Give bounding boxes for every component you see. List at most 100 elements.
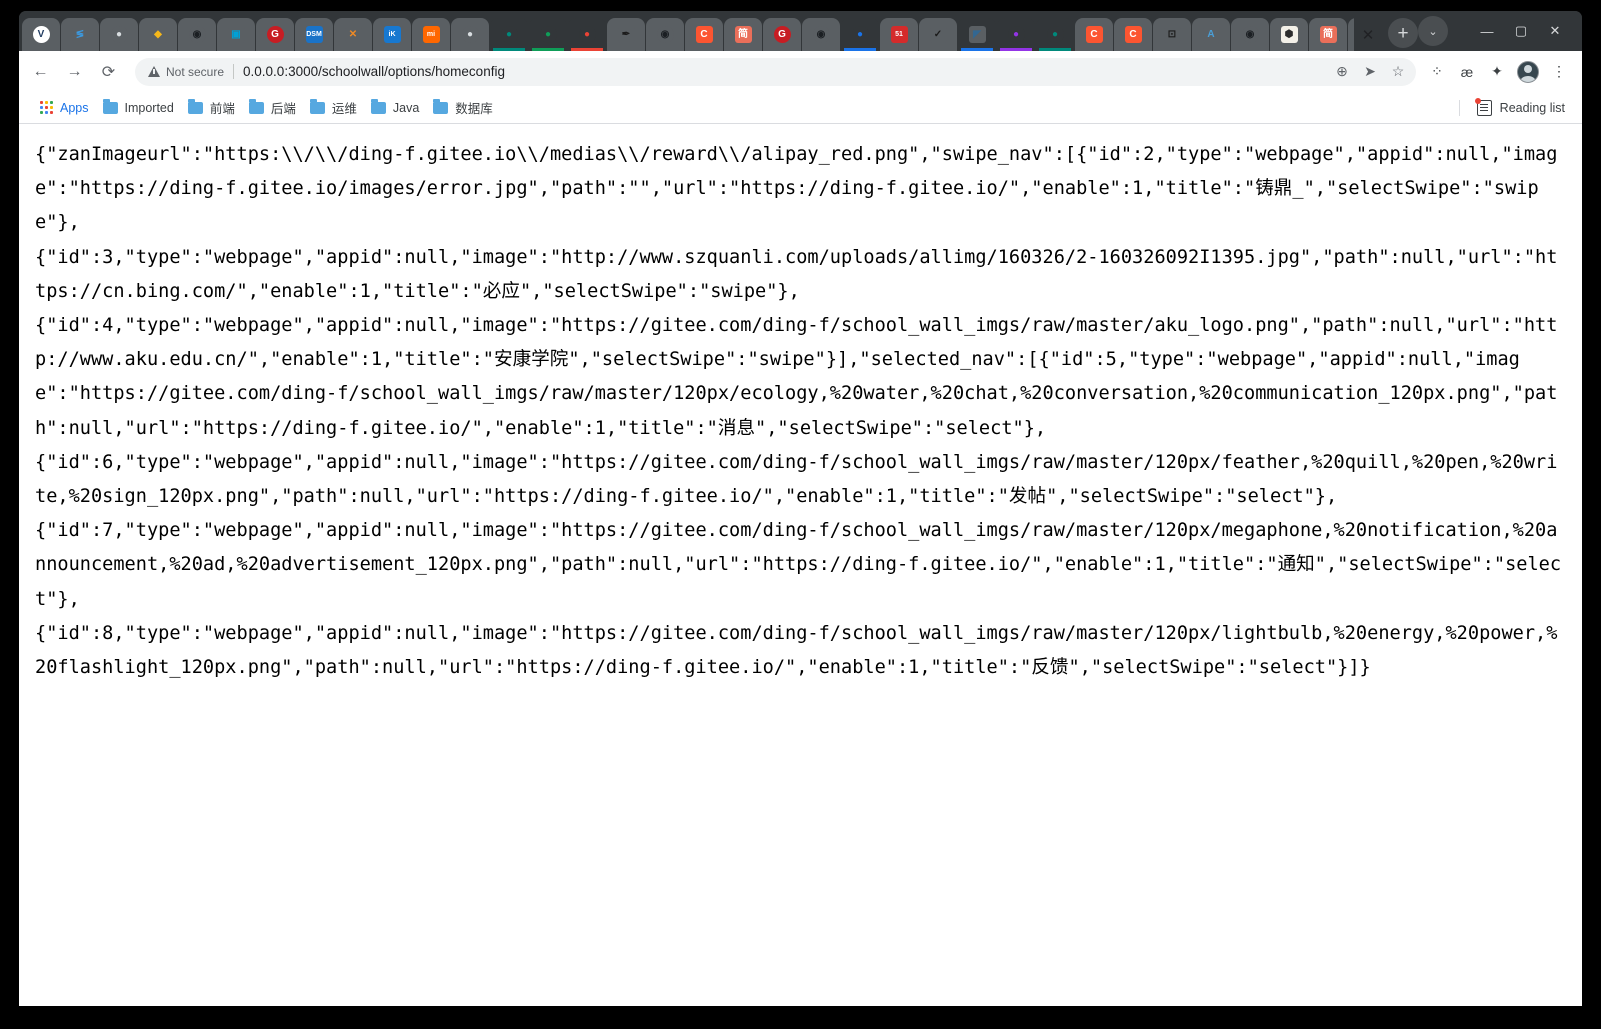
tab-bilibili-2[interactable]: ▣ (217, 18, 255, 51)
tab-bilibili-1[interactable]: ≶ (61, 18, 99, 51)
bookmark-label: 运维 (331, 102, 357, 116)
tab-avatar-1[interactable]: ● (100, 18, 138, 51)
json-response-body: {"zanImageurl":"https:\\/\\/ding-f.gitee… (35, 144, 1562, 679)
tab-51cto[interactable]: 51 (880, 18, 918, 51)
tab-gitee-2[interactable]: G (763, 18, 801, 51)
tab-dsm[interactable]: DSM (295, 18, 333, 51)
bookmark-folder-database[interactable]: 数据库 (426, 96, 500, 120)
tab-loading-purple-favicon-icon: ● (1007, 26, 1025, 43)
tab-csdn-1[interactable]: C (685, 18, 723, 51)
new-tab-button[interactable]: + (1388, 18, 1418, 48)
tab-ant[interactable]: A (1192, 18, 1230, 51)
tab-gitee-1[interactable]: G (256, 18, 294, 51)
address-bar[interactable]: Not secure 0.0.0.0:3000/schoolwall/optio… (135, 57, 1416, 86)
tab-jianshu-1[interactable]: 简 (724, 18, 762, 51)
tab-bilibili-1-favicon-icon: ≶ (71, 26, 89, 43)
bookmark-folder-backend[interactable]: 后端 (242, 96, 303, 120)
bookmark-star-icon[interactable]: ☆ (1384, 59, 1412, 85)
tab-xiaomi[interactable]: mi (412, 18, 450, 51)
bookmark-label: Imported (124, 100, 174, 115)
bookmarks-bar-right: Reading list (1458, 96, 1572, 120)
browser-window: V ≶ ● ◆ ◉ ▣ G DSM ✕ iK mi ● ● ● ● ✒ ◉ C 简 G ◉ ● 51 ✓ ◤ ● ● C C ⊡ A ◉ ⬢ 简 ☁… (19, 11, 1582, 1006)
tab-xiaomi-favicon-icon: mi (422, 26, 440, 43)
zoom-icon[interactable]: ⊕ (1328, 59, 1356, 85)
bookmark-label: 后端 (270, 102, 296, 116)
folder-icon (370, 98, 386, 114)
tab-loading-green-favicon-icon: ● (539, 26, 557, 43)
maximize-button[interactable]: ▢ (1504, 11, 1538, 51)
close-window-button[interactable]: ✕ (1538, 11, 1572, 51)
tab-box[interactable]: ⊡ (1153, 18, 1191, 51)
tab-gitee-1-favicon-icon: G (266, 26, 284, 43)
tab-jianshu-2[interactable]: 简 (1309, 18, 1347, 51)
tab-github-1[interactable]: ◉ (178, 18, 216, 51)
bookmark-folder-frontend[interactable]: 前端 (181, 96, 242, 120)
tab-github-3-favicon-icon: ◉ (812, 26, 830, 43)
split-view-icon[interactable]: ⁘ (1422, 56, 1452, 87)
ae-extension-icon[interactable]: æ (1452, 56, 1482, 87)
folder-icon (102, 98, 118, 114)
tab-search-chevron-down-icon[interactable]: ⌄ (1418, 16, 1448, 46)
bookmark-apps[interactable]: Apps (33, 96, 96, 120)
tab-loading-teal[interactable]: ● (490, 18, 528, 51)
send-to-device-icon[interactable]: ➤ (1356, 59, 1384, 85)
tab-csdn-2[interactable]: C (1075, 18, 1113, 51)
tab-loading-green[interactable]: ● (529, 18, 567, 51)
folder-icon (187, 98, 203, 114)
tab-juejin[interactable]: ◆ (139, 18, 177, 51)
tab-loading-red[interactable]: ● (568, 18, 606, 51)
profile-avatar[interactable] (1517, 60, 1539, 83)
tab-avatar-2-favicon-icon: ● (461, 26, 479, 43)
reading-list-button[interactable]: Reading list (1470, 96, 1572, 120)
tab-loading-teal2[interactable]: ● (1036, 18, 1074, 51)
tab-github-4-favicon-icon: ◉ (1241, 26, 1259, 43)
extensions-puzzle-icon[interactable]: ✦ (1482, 56, 1512, 87)
tab-csdn-3[interactable]: C (1114, 18, 1152, 51)
tab-github-3[interactable]: ◉ (802, 18, 840, 51)
reading-list-label: Reading list (1499, 100, 1565, 115)
tab-dsm-favicon-icon: DSM (305, 26, 323, 43)
tab-pg-favicon-icon: ◤ (968, 26, 986, 43)
bookmark-folder-imported[interactable]: Imported (96, 96, 181, 120)
minimize-button[interactable]: — (1470, 11, 1504, 51)
tab-gitee-2-favicon-icon: G (773, 26, 791, 43)
tab-cloud[interactable]: ☁ (1348, 18, 1354, 51)
tab-loading-purple[interactable]: ● (997, 18, 1035, 51)
bookmarks-divider (1458, 99, 1460, 116)
apps-grid-icon (40, 101, 53, 114)
tab-loading-red-favicon-icon: ● (578, 26, 596, 43)
tab-swoosh[interactable]: ✓ (919, 18, 957, 51)
tab-list: V ≶ ● ◆ ◉ ▣ G DSM ✕ iK mi ● ● ● ● ✒ ◉ C 简 G ◉ ● 51 ✓ ◤ ● ● C C ⊡ A ◉ ⬢ 简 ☁… (22, 11, 1354, 51)
tab-bilibili-2-favicon-icon: ▣ (227, 26, 245, 43)
tab-x-orange[interactable]: ✕ (334, 18, 372, 51)
folder-icon (248, 98, 264, 114)
tab-vue-favicon-icon: V (32, 26, 50, 43)
tab-vue[interactable]: V (22, 18, 60, 51)
bookmark-folder-ops[interactable]: 运维 (303, 96, 364, 120)
tab-pg[interactable]: ◤ (958, 18, 996, 51)
tab-csdn-3-favicon-icon: C (1124, 26, 1142, 43)
back-button[interactable]: ← (25, 56, 56, 87)
tab-swoosh-favicon-icon: ✓ (929, 26, 947, 43)
window-controls: ⌄ — ▢ ✕ (1418, 11, 1582, 51)
tab-box-favicon-icon: ⊡ (1163, 26, 1181, 43)
browser-menu-icon[interactable]: ⋮ (1544, 56, 1574, 87)
tab-ik-favicon-icon: iK (383, 26, 401, 43)
tab-ik[interactable]: iK (373, 18, 411, 51)
tab-github-2[interactable]: ◉ (646, 18, 684, 51)
bookmark-folder-java[interactable]: Java (364, 96, 426, 120)
url-text[interactable]: 0.0.0.0:3000/schoolwall/options/homeconf… (243, 64, 505, 79)
reload-button[interactable]: ⟳ (93, 56, 124, 87)
tab-hex-favicon-icon: ⬢ (1280, 26, 1298, 43)
tab-loading-blue[interactable]: ● (841, 18, 879, 51)
warning-triangle-icon (148, 66, 160, 77)
tab-csdn-1-favicon-icon: C (695, 26, 713, 43)
active-tab-close-button[interactable]: ✕ (1354, 18, 1382, 51)
tab-hex[interactable]: ⬢ (1270, 18, 1308, 51)
tab-github-4[interactable]: ◉ (1231, 18, 1269, 51)
tab-avatar-2[interactable]: ● (451, 18, 489, 51)
tab-bird[interactable]: ✒ (607, 18, 645, 51)
tab-jianshu-2-favicon-icon: 简 (1319, 26, 1337, 43)
security-status[interactable]: Not secure (148, 65, 224, 79)
forward-button[interactable]: → (59, 56, 90, 87)
